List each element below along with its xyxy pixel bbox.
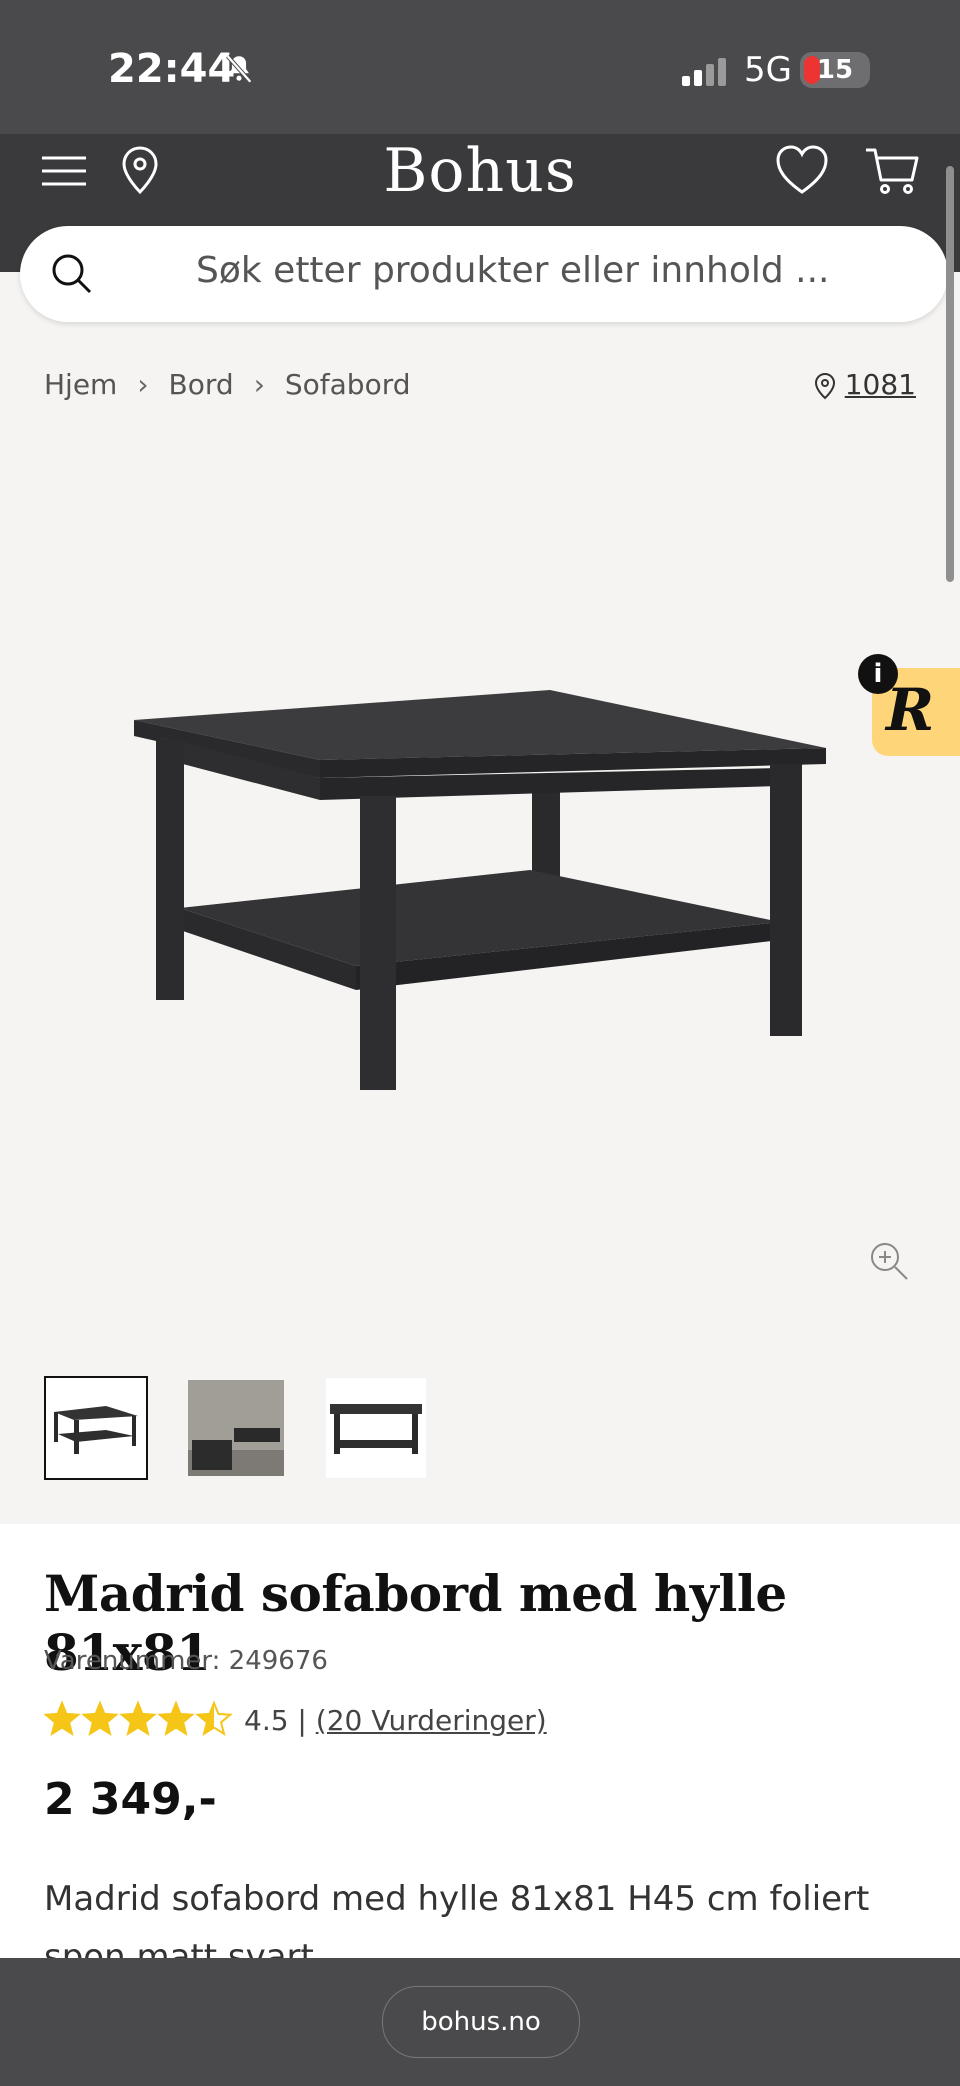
bell-muted-icon: [226, 54, 252, 84]
breadcrumb-bord[interactable]: Bord: [169, 368, 234, 401]
thumbnail-2[interactable]: [188, 1380, 284, 1476]
info-icon[interactable]: i: [858, 654, 898, 694]
battery-icon: 15: [800, 52, 870, 88]
star-icon: [157, 1700, 195, 1736]
rating-summary: 4.5 | (20 Vurderinger): [244, 1704, 547, 1737]
status-bar: 22:44 5G 15: [0, 0, 960, 134]
battery-level: 15: [816, 55, 854, 85]
zoom-icon[interactable]: [868, 1240, 910, 1282]
signal-icon: [682, 58, 726, 86]
product-sku: Varenummer: 249676: [44, 1646, 328, 1676]
heart-icon[interactable]: [772, 142, 832, 198]
chevron-right-icon: ›: [253, 368, 265, 401]
store-selector[interactable]: 1081: [813, 368, 916, 401]
star-icon: [119, 1700, 157, 1736]
store-number[interactable]: 1081: [845, 368, 916, 401]
reviews-link[interactable]: (20 Vurderinger): [316, 1704, 547, 1737]
thumbnail-1[interactable]: [44, 1376, 148, 1480]
chevron-right-icon: ›: [137, 368, 149, 401]
thumbnail-3[interactable]: [326, 1378, 426, 1478]
url-bar[interactable]: bohus.no: [382, 1986, 580, 2058]
rating-value: 4.5: [244, 1704, 289, 1737]
scrollbar[interactable]: [946, 166, 954, 582]
breadcrumb-sofabord[interactable]: Sofabord: [285, 368, 411, 401]
location-pin-icon: [814, 372, 835, 400]
product-image[interactable]: [120, 660, 840, 1100]
search-icon: [52, 254, 92, 294]
rating-stars: [44, 1700, 233, 1736]
browser-bottom-bar: bohus.no: [0, 1958, 960, 2086]
breadcrumb-home[interactable]: Hjem: [44, 368, 117, 401]
search-input[interactable]: Søk etter produkter eller innhold ...: [196, 250, 830, 291]
breadcrumb: Hjem › Bord › Sofabord: [44, 368, 411, 401]
star-icon: [81, 1700, 119, 1736]
network-type: 5G: [744, 50, 792, 90]
status-time: 22:44: [108, 46, 236, 92]
product-price: 2 349,-: [44, 1774, 217, 1825]
cart-icon[interactable]: [862, 142, 922, 198]
star-icon: [44, 1700, 81, 1736]
search-bar[interactable]: Søk etter produkter eller innhold ...: [20, 226, 948, 322]
star-icon: [195, 1700, 233, 1736]
